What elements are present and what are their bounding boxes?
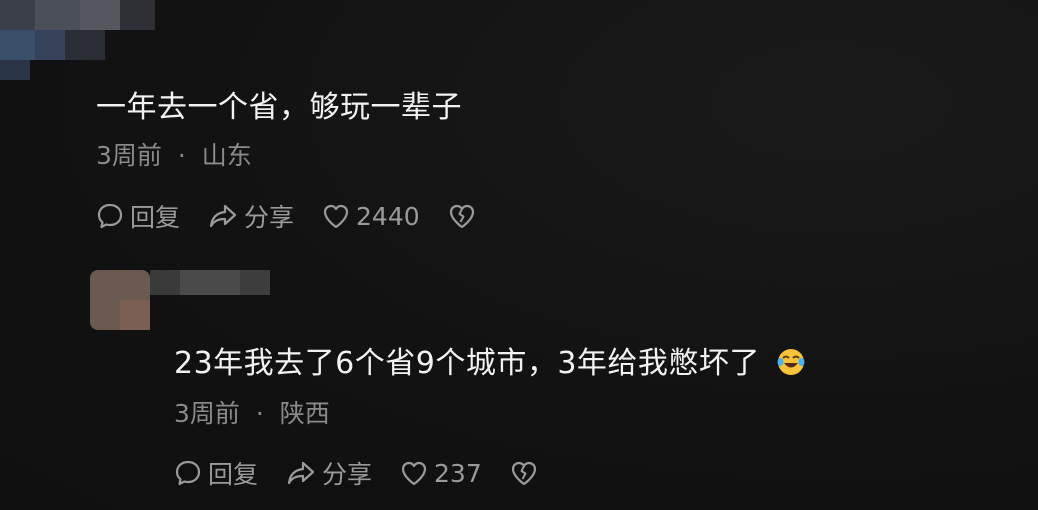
share-label: 分享 <box>322 460 373 489</box>
like-button[interactable]: 237 <box>400 459 482 488</box>
comment-time: 3周前 <box>96 141 162 170</box>
laughing-crying-emoji <box>777 349 805 375</box>
dislike-button[interactable] <box>510 460 538 486</box>
heart-icon <box>323 204 349 229</box>
heart-icon <box>401 461 427 486</box>
comment-text: 23年我去了6个省9个城市，3年给我憋坏了 <box>174 338 806 382</box>
comment-text-content: 23年我去了6个省9个城市，3年给我憋坏了 <box>174 346 760 381</box>
share-arrow-icon <box>209 204 237 228</box>
reply-bubble-icon <box>97 203 123 229</box>
broken-heart-icon <box>449 204 474 229</box>
reply-bubble-icon <box>175 460 201 486</box>
meta-separator: · <box>177 141 186 170</box>
blurred-avatar <box>90 270 270 330</box>
dislike-button[interactable] <box>448 203 476 229</box>
reply-label: 回复 <box>208 460 259 489</box>
like-count: 237 <box>434 458 482 488</box>
reply-label: 回复 <box>130 203 181 232</box>
comment-actions: 回复 分享 2440 <box>96 198 504 234</box>
comment-time: 3周前 <box>174 399 240 428</box>
reply-button[interactable]: 回复 <box>174 455 258 491</box>
comment-meta: 3周前 · 陕西 <box>174 394 330 430</box>
like-button[interactable]: 2440 <box>322 202 420 231</box>
share-arrow-icon <box>287 461 315 485</box>
comment-meta: 3周前 · 山东 <box>96 136 252 172</box>
share-button[interactable]: 分享 <box>208 198 294 234</box>
share-button[interactable]: 分享 <box>286 455 372 491</box>
blurred-username <box>0 0 160 80</box>
comment-location: 山东 <box>201 141 252 170</box>
like-count: 2440 <box>356 201 420 231</box>
comment-actions: 回复 分享 237 <box>174 455 566 491</box>
meta-separator: · <box>255 399 264 428</box>
comment-location: 陕西 <box>279 399 330 428</box>
reply-button[interactable]: 回复 <box>96 198 180 234</box>
broken-heart-icon <box>511 461 536 486</box>
share-label: 分享 <box>244 203 295 232</box>
comment-text: 一年去一个省，够玩一辈子 <box>96 90 462 125</box>
